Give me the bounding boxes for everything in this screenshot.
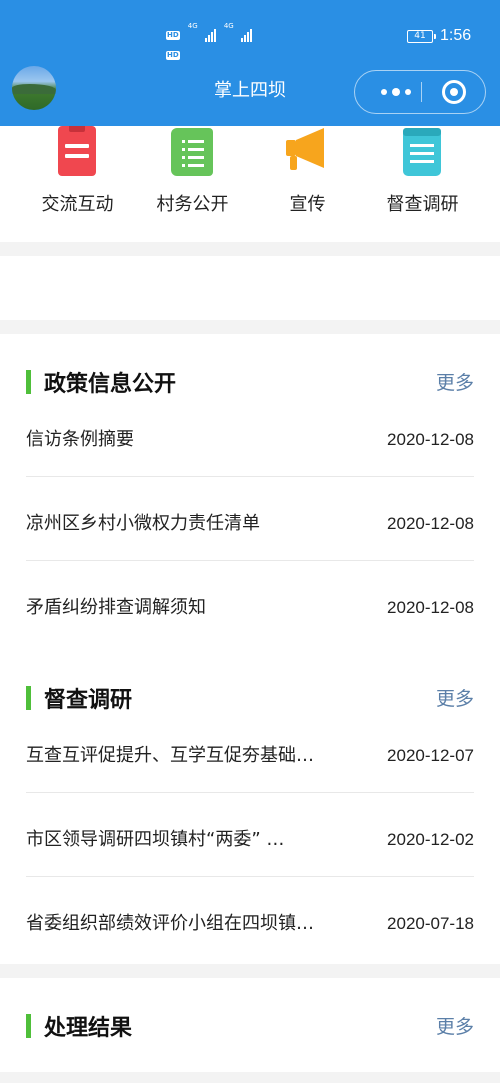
- quick-nav-label: 交流互动: [41, 194, 114, 215]
- quick-nav-item-publicity[interactable]: 宣传: [245, 126, 370, 242]
- quick-nav-item-village-affairs[interactable]: 村务公开: [130, 126, 255, 242]
- list-item-date: 2020-12-07: [387, 746, 474, 765]
- dot-icon: [392, 88, 400, 96]
- quick-nav: 交流互动 村务公开 宣传 督查调研: [0, 126, 500, 242]
- clipboard-icon: [58, 126, 96, 176]
- hd-badge: HD: [166, 51, 180, 60]
- more-link[interactable]: 更多: [436, 1012, 474, 1039]
- status-bar: HD 4G 4G HD 41 1:56: [0, 0, 500, 60]
- section-header: 处理结果 更多: [0, 1006, 500, 1046]
- list-item[interactable]: 互查互评促提升、互学互促夯基础… 2020-12-07: [0, 744, 500, 828]
- list-item[interactable]: 市区领导调研四坝镇村“两委” … 2020-12-02: [0, 828, 500, 912]
- list-item[interactable]: 省委组织部绩效评价小组在四坝镇… 2020-07-18: [0, 912, 500, 996]
- list-item-date: 2020-07-18: [387, 914, 474, 933]
- app-header: HD 4G 4G HD 41 1:56 掌上四坝: [0, 0, 500, 126]
- list-item-title: 省委组织部绩效评价小组在四坝镇…: [26, 913, 314, 934]
- section-accent-bar: [26, 686, 31, 710]
- list-item-date: 2020-12-08: [387, 430, 474, 449]
- divider: [0, 242, 500, 256]
- section-accent-bar: [26, 1014, 31, 1038]
- section-header: 督查调研 更多: [0, 678, 500, 718]
- section-title: 处理结果: [44, 1016, 133, 1041]
- section-title: 督查调研: [44, 688, 133, 713]
- notepad-icon: [403, 128, 441, 176]
- quick-nav-item-exchange[interactable]: 交流互动: [15, 126, 140, 242]
- divider: [26, 476, 474, 477]
- list-item-title: 互查互评促提升、互学互促夯基础…: [26, 745, 314, 766]
- list-item-date: 2020-12-08: [387, 598, 474, 617]
- list-item[interactable]: 凉州区乡村小微权力责任清单 2020-12-08: [0, 512, 500, 596]
- quick-nav-label: 督查调研: [386, 194, 459, 215]
- signal-icon: [240, 28, 252, 42]
- divider: [26, 560, 474, 561]
- more-link[interactable]: 更多: [436, 368, 474, 395]
- megaphone-icon: [286, 128, 324, 170]
- divider: [26, 876, 474, 877]
- list-item-date: 2020-12-02: [387, 830, 474, 849]
- divider: [421, 82, 422, 102]
- divider: [0, 1072, 500, 1083]
- hd-badge: HD: [166, 31, 180, 40]
- divider: [26, 792, 474, 793]
- more-options-button[interactable]: [371, 71, 421, 113]
- list-item-title: 信访条例摘要: [26, 429, 134, 450]
- more-link[interactable]: 更多: [436, 684, 474, 711]
- section-title: 政策信息公开: [44, 372, 177, 397]
- network-type: 4G: [187, 22, 198, 30]
- close-miniprogram-icon[interactable]: [442, 80, 466, 104]
- divider: [0, 964, 500, 978]
- clock: 1:56: [440, 27, 472, 44]
- supervision-research-section: 督查调研 更多 互查互评促提升、互学互促夯基础… 2020-12-07 市区领导…: [0, 678, 500, 948]
- results-section: 处理结果 更多: [0, 1006, 500, 1066]
- document-list-icon: [171, 128, 213, 176]
- list-item[interactable]: 矛盾纠纷排查调解须知 2020-12-08: [0, 596, 500, 680]
- section-accent-bar: [26, 370, 31, 394]
- list-item-title: 矛盾纠纷排查调解须知: [26, 597, 206, 618]
- dot-icon: [381, 89, 387, 95]
- divider: [0, 320, 500, 334]
- miniprogram-capsule: [354, 70, 486, 114]
- dot-icon: [405, 89, 411, 95]
- battery-icon: 41: [407, 30, 436, 43]
- signal-icon: [204, 28, 216, 42]
- list-item[interactable]: 信访条例摘要 2020-12-08: [0, 428, 500, 512]
- signal-indicators: HD 4G 4G HD: [166, 22, 252, 62]
- list-item-date: 2020-12-08: [387, 514, 474, 533]
- policy-info-section: 政策信息公开 更多 信访条例摘要 2020-12-08 凉州区乡村小微权力责任清…: [0, 362, 500, 632]
- list-item-title: 凉州区乡村小微权力责任清单: [26, 513, 260, 534]
- list-item-title: 市区领导调研四坝镇村“两委” …: [26, 829, 285, 850]
- quick-nav-item-supervision[interactable]: 督查调研: [360, 126, 485, 242]
- network-type: 4G: [223, 22, 234, 30]
- quick-nav-label: 村务公开: [156, 194, 229, 215]
- quick-nav-label: 宣传: [289, 194, 326, 215]
- section-header: 政策信息公开 更多: [0, 362, 500, 402]
